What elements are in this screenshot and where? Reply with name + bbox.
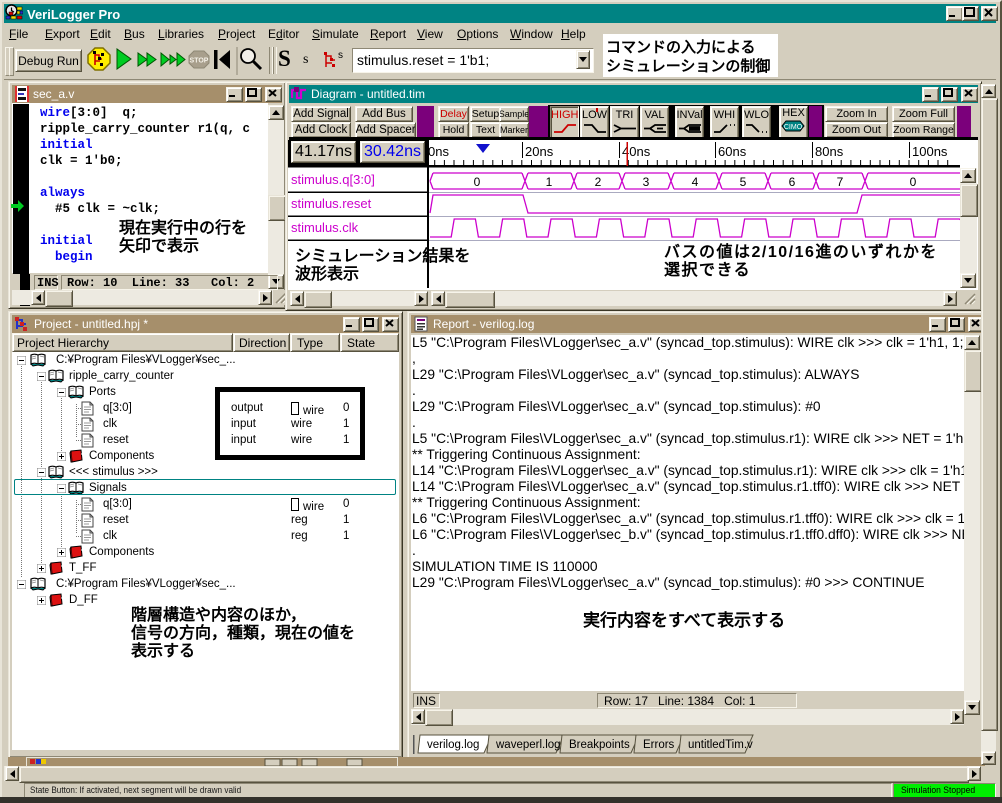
svg-text:0ns: 0ns [428,144,449,159]
svg-text:verilog.log: verilog.log [427,739,479,751]
svg-text:0: 0 [474,175,481,189]
svg-text:5: 5 [740,175,747,189]
svg-text:1: 1 [546,175,553,189]
svg-text:80ns: 80ns [815,144,844,159]
svg-text:4: 4 [692,175,699,189]
svg-text:3: 3 [643,175,650,189]
svg-text:7: 7 [837,175,844,189]
svg-text:100ns: 100ns [912,144,948,159]
svg-text:0: 0 [910,175,917,189]
svg-text:2: 2 [595,175,602,189]
svg-text:60ns: 60ns [718,144,747,159]
svg-text:6: 6 [789,175,796,189]
svg-text:CIMO: CIMO [783,124,802,131]
svg-text:20ns: 20ns [525,144,554,159]
svg-text:40ns: 40ns [622,144,651,159]
svg-text:waveperl.log: waveperl.log [495,739,561,751]
svg-text:Breakpoints: Breakpoints [569,739,630,751]
svg-text:s: s [338,50,343,61]
svg-text:untitledTim.v: untitledTim.v [688,739,753,751]
svg-text:Errors: Errors [643,739,675,751]
svg-text:STOP: STOP [190,58,209,65]
